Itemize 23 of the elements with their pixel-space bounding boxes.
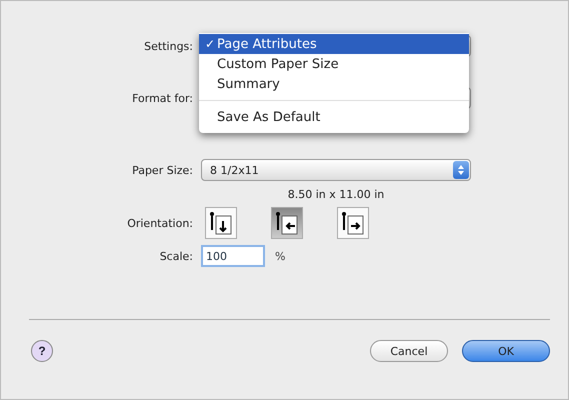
orientation-button[interactable] [337, 207, 369, 239]
field-label: Format for: [131, 92, 193, 104]
help-button[interactable]: ? [31, 340, 53, 362]
person-page-icon [275, 211, 299, 235]
person-page-icon [341, 211, 365, 235]
field-label: Settings: [143, 40, 193, 52]
menu-item[interactable]: Custom Paper Size [199, 54, 469, 74]
stepper-arrows-icon [458, 165, 464, 175]
field-label: Scale: [158, 250, 193, 262]
ok-button[interactable]: OK [462, 340, 550, 362]
orientation-button[interactable] [271, 207, 303, 239]
scale-field[interactable]: 100 [201, 245, 265, 267]
menu-item[interactable]: Save As Default [199, 107, 469, 127]
field-label: Orientation: [126, 216, 193, 230]
cancel-button[interactable]: Cancel [370, 340, 448, 362]
percent-unit: % [275, 250, 286, 262]
person-page-icon [209, 211, 233, 235]
menu-item[interactable]: Summary [199, 74, 469, 94]
orientation-button[interactable] [205, 207, 237, 239]
paper-size-popup[interactable]: 8 1/2x11 [201, 159, 471, 181]
menu-item[interactable]: ✓Page Attributes [199, 34, 469, 54]
paper-dimensions: 8.50 in x 11.00 in [288, 188, 384, 200]
field-label: Paper Size: [131, 164, 193, 176]
